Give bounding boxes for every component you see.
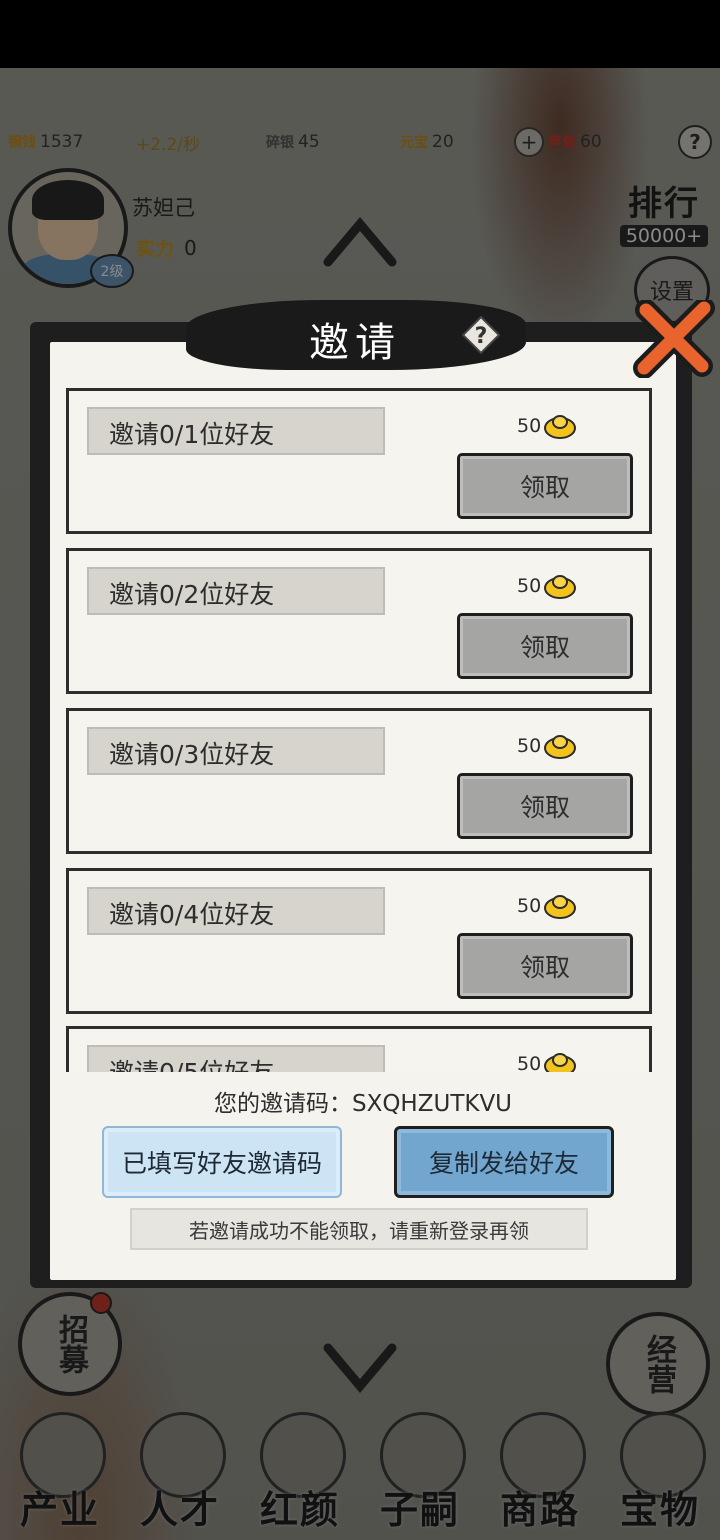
- reward: 50: [517, 731, 577, 761]
- reward-amount: 50: [517, 735, 542, 757]
- copy-invite-button[interactable]: 复制发给好友: [394, 1126, 614, 1198]
- reward: 50: [517, 891, 577, 921]
- notice-text: 若邀请成功不能领取，请重新登录再领: [130, 1208, 588, 1250]
- reward: 50: [517, 1049, 577, 1072]
- task-label: 邀请0/1位好友: [109, 420, 275, 449]
- status-bar: [0, 0, 720, 68]
- list-item: 邀请0/3位好友 50 领取: [66, 708, 652, 854]
- help-icon[interactable]: ?: [462, 316, 500, 354]
- invite-footer: 您的邀请码：SXQHZUTKVU 已填写好友邀请码 复制发给好友 若邀请成功不能…: [50, 1072, 676, 1272]
- ingot-icon: [544, 895, 577, 919]
- reward-amount: 50: [517, 575, 542, 597]
- ingot-icon: [544, 575, 577, 599]
- claim-button[interactable]: 领取: [457, 613, 633, 679]
- task-label: 邀请0/5位好友: [109, 1053, 274, 1072]
- reward: 50: [517, 571, 577, 601]
- list-item: 邀请0/1位好友 50 领取: [66, 388, 652, 534]
- fill-invite-code-button[interactable]: 已填写好友邀请码: [102, 1126, 342, 1198]
- invite-code: 您的邀请码：SXQHZUTKVU: [213, 1091, 513, 1117]
- reward: 50: [517, 411, 577, 441]
- list-item: 邀请0/5位好友 50 领取: [66, 1026, 652, 1072]
- reward-amount: 50: [517, 415, 542, 437]
- claim-button[interactable]: 领取: [457, 453, 633, 519]
- task-label: 邀请0/4位好友: [109, 900, 275, 929]
- ingot-icon: [544, 415, 577, 439]
- list-item: 邀请0/2位好友 50 领取: [66, 548, 652, 694]
- task-label: 邀请0/2位好友: [109, 580, 275, 609]
- ingot-icon: [544, 1053, 577, 1072]
- claim-button[interactable]: 领取: [457, 773, 633, 839]
- claim-button[interactable]: 领取: [457, 933, 633, 999]
- invite-task-list[interactable]: 邀请0/1位好友 50 领取 邀请0/2位好友 50 领取 邀请0/3位好友 5…: [66, 388, 656, 1072]
- reward-amount: 50: [517, 1053, 542, 1072]
- ingot-icon: [544, 735, 577, 759]
- task-label: 邀请0/3位好友: [109, 740, 275, 769]
- list-item: 邀请0/4位好友 50 领取: [66, 868, 652, 1014]
- modal-title: 邀请: [309, 320, 401, 366]
- svg-text:?: ?: [475, 324, 488, 349]
- reward-amount: 50: [517, 895, 542, 917]
- close-icon[interactable]: [632, 300, 716, 378]
